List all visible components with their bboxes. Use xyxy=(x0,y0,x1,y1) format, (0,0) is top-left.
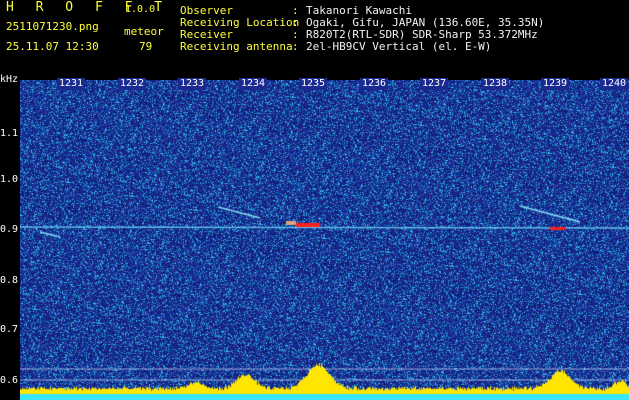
freq-label: 1.0 xyxy=(0,174,19,185)
minute-label: 1238 xyxy=(481,78,510,90)
time-axis: 1231 1232 1233 1234 1235 1236 1237 1238 … xyxy=(20,78,629,92)
freq-label: 0.7 xyxy=(0,324,19,335)
minute-label: 1232 xyxy=(118,78,147,90)
freq-label: 0.6 xyxy=(0,375,19,386)
minute-label: 1234 xyxy=(239,78,268,90)
minute-label: 1231 xyxy=(57,78,86,90)
minute-label: 1237 xyxy=(420,78,449,90)
app-version: 1.0.0 xyxy=(125,4,156,15)
info-label-antenna: Receiving antenna xyxy=(180,40,293,53)
meteor-count: 79 xyxy=(139,40,153,53)
minute-label: 1235 xyxy=(299,78,328,90)
frequency-axis: 1.1 1.0 0.9 0.8 0.7 0.6 xyxy=(0,78,20,400)
datetime: 25.11.07 12:30 xyxy=(6,40,99,53)
file-name: 2511071230.png xyxy=(6,20,99,33)
minute-label: 1236 xyxy=(360,78,389,90)
meteor-label: meteor xyxy=(124,25,164,38)
freq-label: 0.8 xyxy=(0,275,19,286)
spectrogram xyxy=(20,80,629,400)
header-panel: H R O F F T 1.0.0 2511071230.png meteor … xyxy=(0,0,629,78)
freq-label: 0.9 xyxy=(0,224,19,235)
info-colon: : xyxy=(292,40,299,53)
minute-label: 1240 xyxy=(600,78,629,90)
minute-label: 1239 xyxy=(541,78,570,90)
unit-label: kHz xyxy=(0,74,19,85)
info-value-antenna: 2el-HB9CV Vertical (el. E-W) xyxy=(306,40,492,53)
freq-label: 1.1 xyxy=(0,128,19,139)
minute-label: 1233 xyxy=(178,78,207,90)
